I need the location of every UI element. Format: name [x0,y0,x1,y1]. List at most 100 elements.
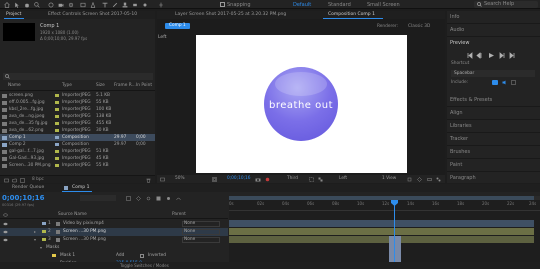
brush-tool-icon[interactable] [112,2,118,8]
column-in-point[interactable]: In Point [136,82,152,90]
label-swatch[interactable] [55,157,59,160]
project-item[interactable]: Comp 2 Composition 29.97 0;00 [0,141,155,148]
hand-tool-icon[interactable] [24,2,30,8]
layer-3-bar[interactable] [229,236,534,243]
column-source-name[interactable]: Source Name [58,211,87,218]
column-size[interactable]: Size [96,82,105,90]
label-swatch[interactable] [42,222,46,225]
info-panel-header[interactable]: Info [447,11,540,24]
expand-arrow-icon[interactable]: ▾ [40,244,42,252]
time-ruler[interactable]: 0s 02s 04s 06s 08s 10s 12s 14s 16s 18s 2… [229,201,540,211]
3d-view-select[interactable]: Left [339,176,347,181]
project-item[interactable]: ava_de...62.png ImporterJPEG 30 KB [0,127,155,134]
selection-tool-icon[interactable] [14,2,20,8]
interpret-footage-icon[interactable] [4,178,9,183]
project-search-input[interactable] [3,73,153,80]
toggle-switches-modes[interactable]: Toggle Switches / Modes [120,262,169,269]
playhead-icon[interactable] [391,200,398,206]
mask-row[interactable]: Mask 1 Add Inverted [0,252,228,260]
label-swatch[interactable] [42,230,46,233]
bit-depth-label[interactable]: 8 bpc [32,177,44,182]
puppet-pin-tool-icon[interactable] [158,2,164,8]
camera-tool-icon[interactable] [58,2,64,8]
tracker-panel-header[interactable]: Tracker [447,133,540,146]
layer-2-bar[interactable] [229,228,534,235]
zoom-select[interactable]: 50% [175,176,185,181]
paint-panel-header[interactable]: Paint [447,159,540,172]
resolution-select[interactable]: Third [287,176,298,181]
project-item-selected[interactable]: Comp 1 Composition 29.97 0;00 [0,134,155,141]
rotate-tool-icon[interactable] [48,2,54,8]
home-icon[interactable] [4,2,10,8]
label-swatch[interactable] [55,122,59,125]
toggle-pixel-aspect-icon[interactable] [407,177,412,182]
layer-name[interactable]: Screen ...30 PM.png [63,236,106,244]
timeline-layer-row[interactable]: ▾ 3 Screen ...30 PM.png None [0,236,228,244]
roto-brush-tool-icon[interactable] [142,2,148,8]
include-overlays-icon[interactable] [511,80,516,85]
shy-layers-icon[interactable] [146,196,151,201]
label-swatch[interactable] [55,108,59,111]
motion-blur-icon[interactable] [166,196,171,201]
label-swatch[interactable] [55,115,59,118]
project-item[interactable]: eff.0.005...fg.jpg ImporterJPEG 55 KB [0,99,155,106]
search-help-box[interactable]: Search Help [474,1,538,8]
timeline-layer-row-selected[interactable]: ▸ 2 Screen ...30 PM.png None [0,228,228,236]
region-of-interest-icon[interactable] [309,177,314,182]
label-swatch[interactable] [55,150,59,153]
snapshot-camera-icon[interactable] [255,177,261,182]
comp-chip[interactable]: Comp 1 [165,23,190,29]
clone-stamp-tool-icon[interactable] [122,2,128,8]
effects-presets-panel-header[interactable]: Effects & Presets [447,94,540,107]
work-area-bar[interactable] [229,196,540,200]
zoom-tool-icon[interactable] [34,2,40,8]
type-tool-icon[interactable] [102,2,108,8]
renderer-value[interactable]: Classic 3D [408,24,430,29]
composition-canvas[interactable]: breathe out [196,35,407,173]
project-item[interactable]: ava_de...ng.jpeg ImporterJPEG 138 KB [0,113,155,120]
layer-name[interactable]: Video by pixiv.mp4 [63,220,104,228]
label-swatch[interactable] [55,143,59,146]
timeline-current-time[interactable]: 0;00;10;16 [2,194,45,202]
view-layout-select[interactable]: 1 View [382,176,396,181]
project-item[interactable]: gal-gal...f...7.jpg ImporterJPEG 51 KB [0,148,155,155]
snapping-checkbox[interactable] [220,2,225,7]
masks-group-row[interactable]: ▾ Masks [0,244,228,252]
current-time-indicator[interactable] [394,200,395,262]
mask-color-swatch[interactable] [52,254,56,257]
label-swatch[interactable] [55,94,59,97]
audio-panel-header[interactable]: Audio [447,24,540,37]
libraries-panel-header[interactable]: Libraries [447,120,540,133]
current-time-display[interactable]: 0;00;10;16 [227,176,250,181]
label-swatch[interactable] [55,136,59,139]
pen-tool-icon[interactable] [90,2,96,8]
workspace-default[interactable]: Default [293,2,311,8]
layer-1-bar[interactable] [229,220,534,227]
tab-effect-controls[interactable]: Effect Controls Screen Shot 2017-05-10 [48,11,153,19]
layer-name[interactable]: Screen ...30 PM.png [63,228,106,236]
safe-margins-icon[interactable] [212,177,217,182]
new-folder-icon[interactable] [12,178,17,183]
mask-keyframe-region[interactable] [389,236,401,262]
label-swatch[interactable] [55,129,59,132]
rectangle-tool-icon[interactable] [80,2,86,8]
tab-render-queue[interactable]: Render Queue [12,184,44,192]
mask-name[interactable]: Mask 1 [60,252,75,260]
column-frame-rate[interactable]: Frame R... [114,82,136,90]
timeline-search-input[interactable] [80,195,116,201]
align-panel-header[interactable]: Align [447,107,540,120]
transparency-grid-icon[interactable] [318,177,323,182]
label-swatch[interactable] [55,101,59,104]
project-item[interactable]: screen.png ImporterJPEG 5.1 KB [0,92,155,99]
eye-icon[interactable] [3,230,8,234]
mask-mode-select[interactable]: Add [116,252,124,260]
timeline-layer-row[interactable]: 1 Video by pixiv.mp4 None [0,220,228,228]
inverted-checkbox[interactable] [140,254,144,258]
include-video-icon[interactable] [492,80,498,85]
fast-previews-icon[interactable] [417,177,422,182]
column-name[interactable]: Name [8,82,21,90]
draft-3d-icon[interactable] [136,196,141,201]
project-item[interactable]: Gal-Gad...93.jpg ImporterJPEG 45 KB [0,155,155,162]
include-audio-icon[interactable] [502,80,507,85]
timeline-icon[interactable] [427,177,432,182]
